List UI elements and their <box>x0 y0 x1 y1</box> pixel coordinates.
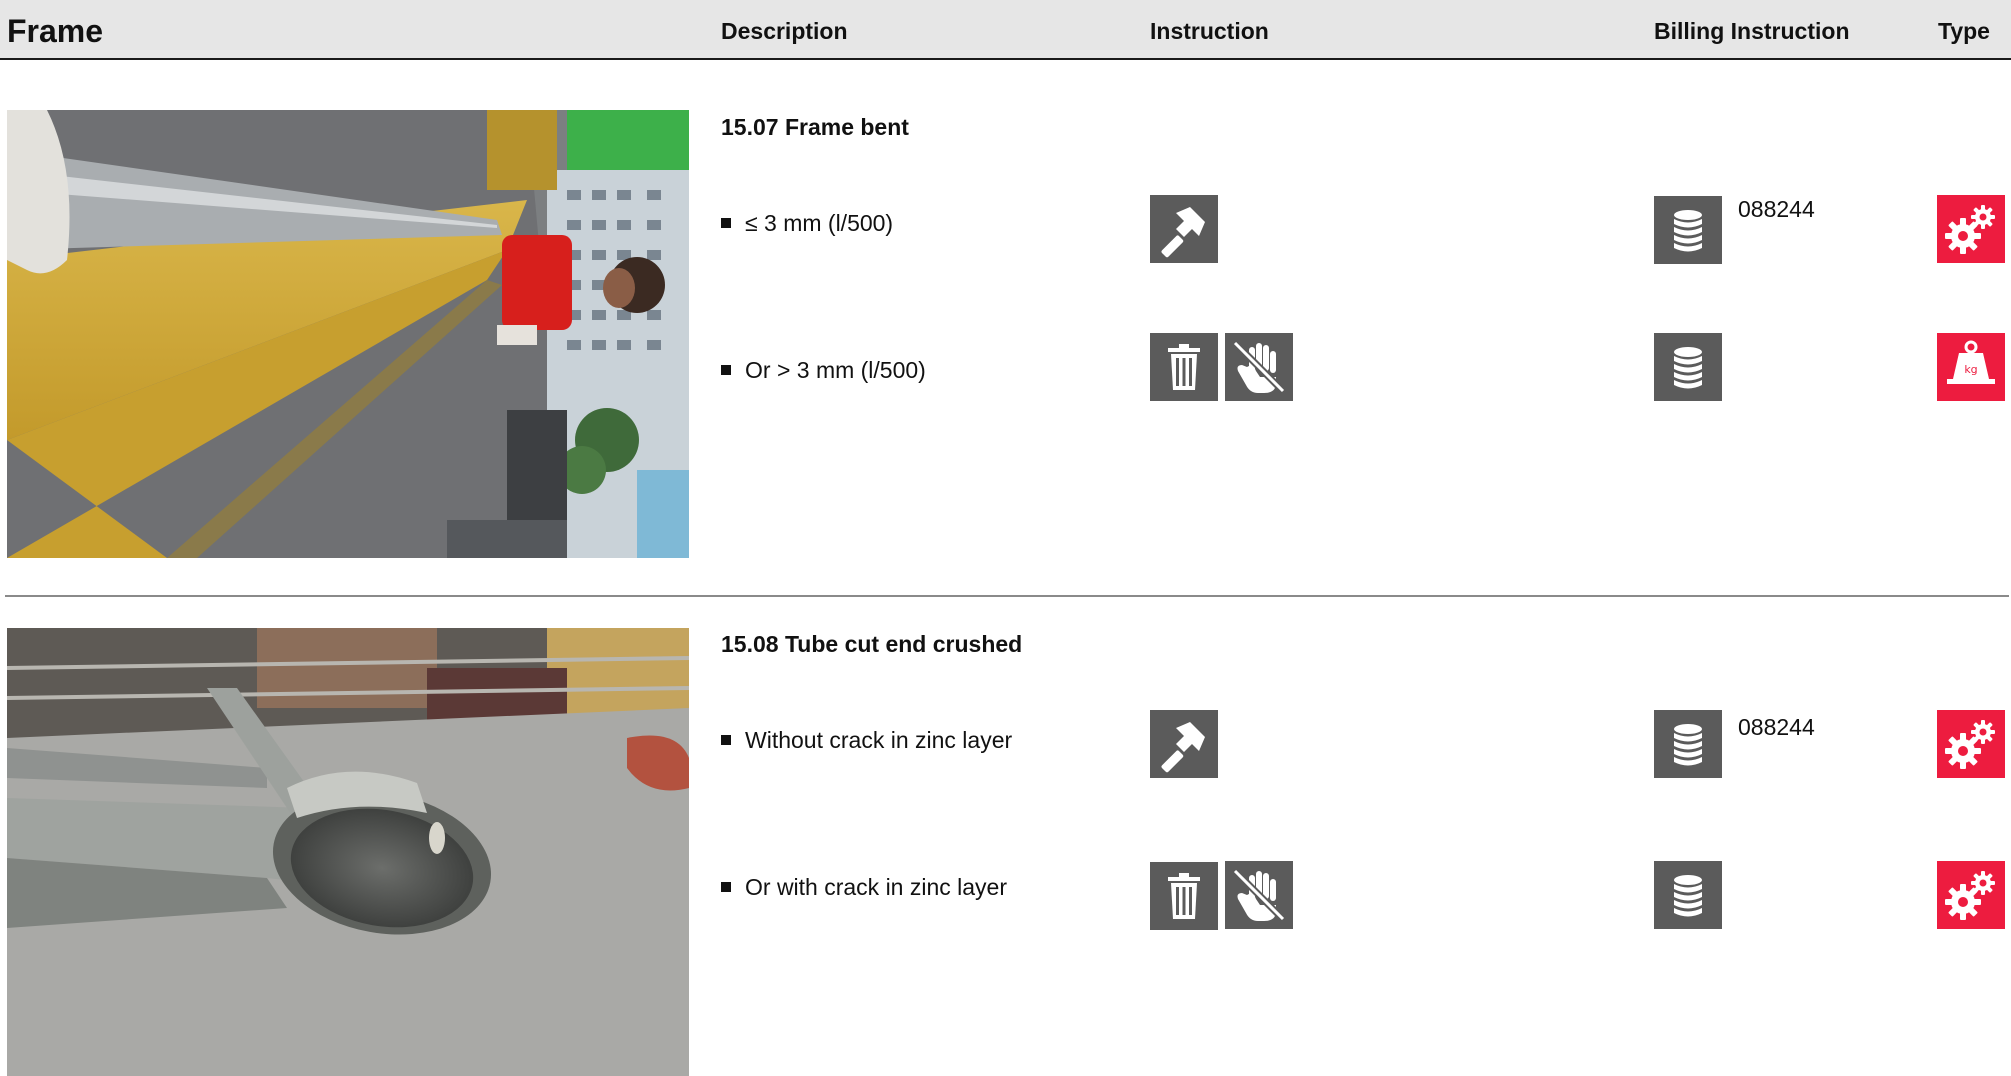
header-frame: Frame <box>7 13 104 49</box>
section-title: 15.07 Frame bent <box>721 114 909 140</box>
coin-stack-icon <box>1654 196 1722 264</box>
section-divider <box>5 595 2009 597</box>
bullet-marker <box>721 365 731 375</box>
bullet-marker <box>721 882 731 892</box>
no-hand-icon <box>1225 333 1293 401</box>
description-item: Without crack in zinc layer <box>721 727 1012 754</box>
description-text: Or with crack in zinc layer <box>745 874 1008 900</box>
trash-icon <box>1150 862 1218 930</box>
billing-code: 088244 <box>1738 714 1815 740</box>
gears-icon <box>1937 195 2005 263</box>
description-text: Without crack in zinc layer <box>745 727 1013 753</box>
coin-stack-icon <box>1654 333 1722 401</box>
bullet-marker <box>721 218 731 228</box>
description-text: Or > 3 mm (l/500) <box>745 357 926 383</box>
header-description: Description <box>721 18 848 44</box>
bullet-marker <box>721 735 731 745</box>
gears-icon <box>1937 861 2005 929</box>
hammer-icon <box>1150 195 1218 263</box>
header-billing-instruction: Billing Instruction <box>1654 18 1850 44</box>
header-type: Type <box>1938 18 1990 44</box>
weight-kg-icon <box>1937 333 2005 401</box>
gears-icon <box>1937 710 2005 778</box>
trash-icon <box>1150 333 1218 401</box>
description-item: Or > 3 mm (l/500) <box>721 357 926 384</box>
coin-stack-icon <box>1654 710 1722 778</box>
photo-frame-bent <box>7 110 689 558</box>
table-header: Frame Description Instruction Billing In… <box>0 0 2011 60</box>
description-item: Or with crack in zinc layer <box>721 874 1007 901</box>
description-item: ≤ 3 mm (l/500) <box>721 210 893 237</box>
hammer-icon <box>1150 710 1218 778</box>
no-hand-icon <box>1225 861 1293 929</box>
billing-code: 088244 <box>1738 196 1815 222</box>
description-text: ≤ 3 mm (l/500) <box>745 210 894 236</box>
coin-stack-icon <box>1654 861 1722 929</box>
header-instruction: Instruction <box>1150 18 1269 44</box>
photo-tube-cut-end <box>7 628 689 1076</box>
section-title: 15.08 Tube cut end crushed <box>721 631 1023 657</box>
